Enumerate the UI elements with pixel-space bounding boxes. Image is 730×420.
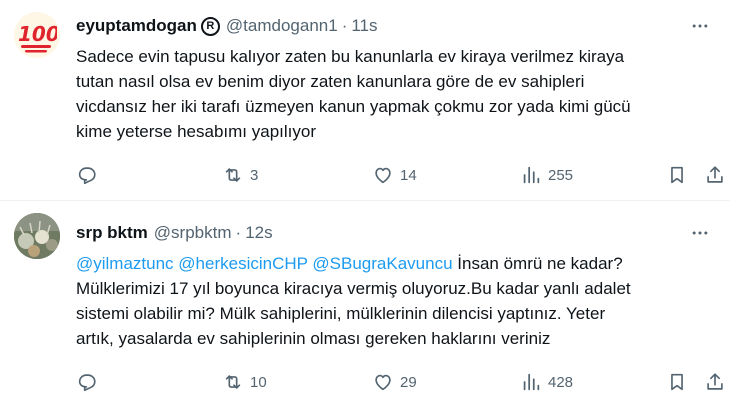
reply-button[interactable] bbox=[76, 162, 98, 188]
heart-icon bbox=[375, 374, 391, 391]
like-count: 29 bbox=[400, 373, 417, 391]
views-button[interactable]: 428 bbox=[520, 369, 573, 395]
share-button[interactable] bbox=[704, 162, 726, 188]
tweet-header: eyuptamdogan R @tamdogann1 · 11s bbox=[76, 14, 710, 38]
avatar[interactable]: 100 bbox=[14, 12, 60, 58]
separator-dot: · bbox=[341, 16, 348, 35]
mention-link[interactable]: @SBugraKavuncu bbox=[312, 254, 452, 273]
tweet-text: @yilmaztunc @herkesicinCHP @SBugraKavunc… bbox=[76, 251, 706, 351]
author-name[interactable]: eyuptamdogan bbox=[76, 16, 197, 36]
timestamp[interactable]: 12s bbox=[245, 223, 272, 243]
separator-dot: · bbox=[235, 223, 242, 242]
mention-link[interactable]: @herkesicinCHP bbox=[178, 254, 307, 273]
tweet-text-line: Sadece evin tapusu kalıyor zaten bu kanu… bbox=[76, 47, 625, 66]
views-chart-icon bbox=[523, 166, 540, 184]
views-button[interactable]: 255 bbox=[520, 162, 573, 188]
reply-icon bbox=[78, 167, 96, 185]
bookmark-button[interactable] bbox=[666, 369, 688, 395]
tweet-text-line: sistemi olabilir mi? Mülk sahiplerini, m… bbox=[76, 304, 606, 323]
mention-link[interactable]: @yilmaztunc bbox=[76, 254, 174, 273]
views-count: 428 bbox=[548, 373, 574, 391]
tweet-text-line: kime yeterse hesabımı yapılıyor bbox=[76, 122, 316, 141]
tweet-actions: 10 29 428 bbox=[76, 369, 730, 395]
author-handle[interactable]: @srpbktm bbox=[154, 223, 232, 243]
tweet-text-line: vicdansız her iki tarafı üzmeyen kanun y… bbox=[76, 97, 631, 116]
retweet-icon bbox=[225, 375, 241, 389]
retweet-button[interactable]: 3 bbox=[222, 162, 258, 188]
more-options-icon[interactable] bbox=[688, 221, 712, 245]
bookmark-button[interactable] bbox=[666, 162, 688, 188]
registered-badge-icon: R bbox=[200, 16, 220, 36]
tweet-text-segment: İnsan ömrü ne kadar? bbox=[452, 254, 623, 273]
like-button[interactable]: 29 bbox=[372, 369, 417, 395]
photo-avatar-icon bbox=[14, 213, 60, 259]
views-count: 255 bbox=[548, 166, 574, 184]
retweet-count: 3 bbox=[250, 166, 259, 184]
retweet-count: 10 bbox=[250, 373, 267, 391]
share-icon bbox=[707, 166, 723, 183]
svg-text:100: 100 bbox=[18, 22, 57, 46]
tweet-text-line: @yilmaztunc @herkesicinCHP @SBugraKavunc… bbox=[76, 251, 706, 276]
like-button[interactable]: 14 bbox=[372, 162, 417, 188]
retweet-icon bbox=[225, 168, 241, 182]
avatar[interactable] bbox=[14, 213, 60, 259]
bookmark-icon bbox=[671, 166, 683, 184]
like-count: 14 bbox=[400, 166, 417, 184]
author-name[interactable]: srp bktm bbox=[76, 223, 148, 243]
reply-button[interactable] bbox=[76, 369, 98, 395]
author-handle[interactable]: @tamdogann1 bbox=[226, 16, 338, 36]
tweet-feed: 100 eyuptamdogan R @tamdogann1 · 11s Sad… bbox=[0, 0, 730, 420]
hundred-points-emoji-icon: 100 bbox=[18, 22, 57, 53]
share-button[interactable] bbox=[704, 369, 726, 395]
more-options-icon[interactable] bbox=[688, 14, 712, 38]
tweet[interactable]: 100 eyuptamdogan R @tamdogann1 · 11s Sad… bbox=[0, 0, 730, 200]
tweet-text-line: tutan nasıl olsa ev benim diyor zaten ka… bbox=[76, 72, 585, 91]
retweet-button[interactable]: 10 bbox=[222, 369, 267, 395]
tweet-text-line: Mülklerimizi 17 yıl boyunca kiracıya ver… bbox=[76, 279, 631, 298]
bookmark-icon bbox=[671, 373, 683, 391]
reply-icon bbox=[78, 374, 96, 392]
heart-icon bbox=[375, 167, 391, 184]
timestamp[interactable]: 11s bbox=[351, 16, 377, 36]
tweet-header: srp bktm @srpbktm · 12s bbox=[76, 221, 710, 245]
tweet-actions: 3 14 255 bbox=[76, 162, 730, 188]
tweet-text: Sadece evin tapusu kalıyor zaten bu kanu… bbox=[76, 44, 706, 144]
views-chart-icon bbox=[523, 373, 540, 391]
tweet-text-line: artık, yasalarda ev sahiplerinin olması … bbox=[76, 329, 551, 348]
share-icon bbox=[707, 373, 723, 390]
tweet[interactable]: srp bktm @srpbktm · 12s @yilmaztunc @her… bbox=[0, 201, 730, 420]
